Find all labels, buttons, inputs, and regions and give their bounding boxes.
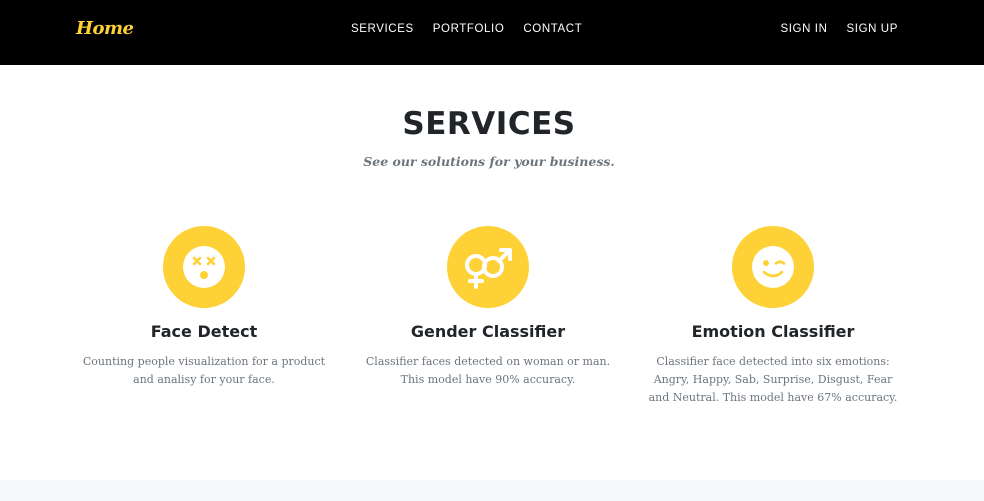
service-description: Classifier face detected into six emotio… xyxy=(648,355,898,404)
service-card-emotion-classifier: Emotion Classifier Classifier face detec… xyxy=(638,226,908,407)
next-section-band xyxy=(0,480,984,501)
section-subtitle: See our solutions for your business. xyxy=(363,154,615,169)
service-card-gender-classifier: Gender Classifier Classifier faces detec… xyxy=(353,226,623,389)
nav-portfolio-link[interactable]: PORTFOLIO xyxy=(433,22,505,36)
service-card-face-detect: Face Detect Counting people visualizatio… xyxy=(69,226,339,389)
service-title: Gender Classifier xyxy=(410,322,566,341)
service-description: Counting people visualization for a prod… xyxy=(82,355,326,386)
top-navbar: Home SERVICES PORTFOLIO CONTACT SIGN IN … xyxy=(0,0,984,65)
sign-up-link[interactable]: SIGN UP xyxy=(847,22,899,36)
section-title: SERVICES xyxy=(402,106,576,142)
nav-services-link[interactable]: SERVICES xyxy=(351,22,414,36)
wink-face-icon xyxy=(732,226,814,308)
dizzy-face-icon xyxy=(163,226,245,308)
sign-in-link[interactable]: SIGN IN xyxy=(780,22,827,36)
service-title: Emotion Classifier xyxy=(691,322,855,341)
nav-contact-link[interactable]: CONTACT xyxy=(523,22,582,36)
service-title: Face Detect xyxy=(150,322,258,341)
gender-symbols-icon xyxy=(447,226,529,308)
service-description: Classifier faces detected on woman or ma… xyxy=(365,355,611,386)
auth-nav: SIGN IN SIGN UP xyxy=(780,22,898,36)
main-nav: SERVICES PORTFOLIO CONTACT xyxy=(351,22,582,36)
brand-link[interactable]: Home xyxy=(76,18,134,39)
